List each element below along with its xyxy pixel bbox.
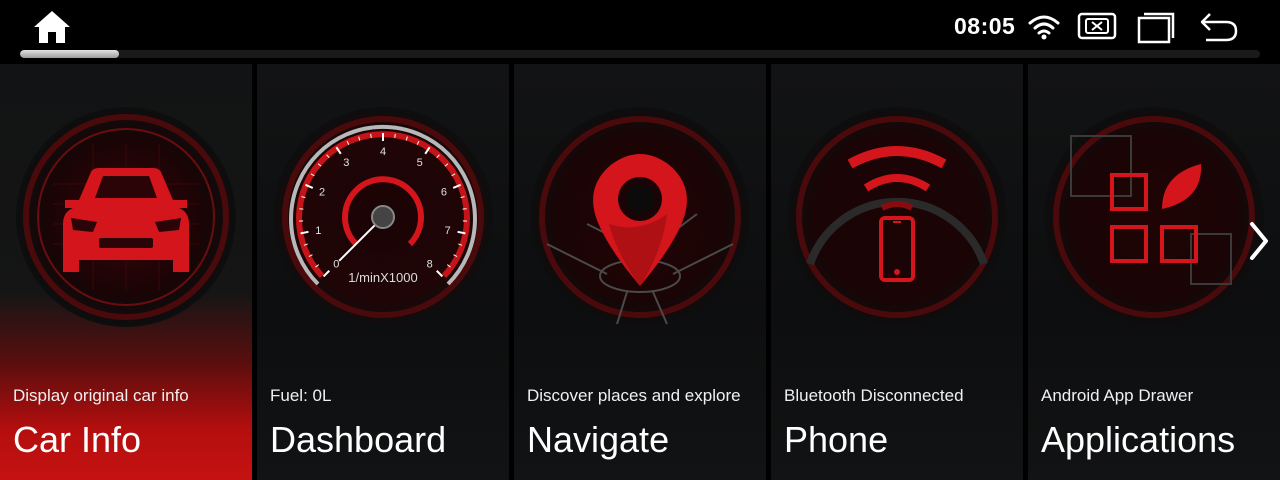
tachometer-tick [370, 133, 372, 138]
home-icon [34, 11, 70, 43]
page-progress-bar [20, 50, 1260, 58]
map-pin-icon [530, 107, 750, 327]
tachometer-tick [394, 133, 396, 138]
back-arrow-icon[interactable] [1198, 10, 1240, 44]
recent-apps-icon[interactable] [1136, 10, 1176, 44]
applications-card[interactable]: Android App Drawer Applications [1028, 64, 1280, 480]
tachometer-tick-label: 6 [441, 187, 447, 199]
card-title: Navigate [527, 419, 670, 460]
card-title: Dashboard [270, 419, 447, 460]
tachometer-icon: 0 1 2 3 4 5 6 7 8 1/minX1000 [273, 107, 493, 327]
card-title: Applications [1041, 419, 1236, 460]
card-subtitle: Fuel: 0L [270, 386, 332, 405]
page-progress-fill [20, 50, 120, 58]
phone-signal-icon [787, 107, 1007, 327]
tachometer-tick-label: 5 [417, 157, 423, 169]
tachometer-tick-label: 3 [343, 157, 349, 169]
tachometer-unit-label: 1/minX1000 [348, 270, 417, 285]
navigate-card[interactable]: Discover places and explore Navigate [514, 64, 766, 480]
car-icon [16, 107, 236, 327]
app-grid-icon [1044, 107, 1264, 327]
tachometer-tick-label: 2 [319, 187, 325, 199]
chevron-right-icon[interactable] [1246, 220, 1272, 262]
tachometer-tick-label: 7 [445, 225, 451, 237]
tachometer-tick-label: 1 [315, 225, 321, 237]
close-box-icon[interactable] [1077, 10, 1117, 42]
tachometer-tick-label: 0 [333, 259, 339, 271]
dashboard-card[interactable]: 0 1 2 3 4 5 6 7 8 1/minX1000 Fuel: 0L Dashboard [257, 64, 509, 480]
app-cards: Display original car info Car Info 0 1 2 3 4… [0, 64, 1280, 480]
card-title: Car Info [13, 419, 142, 460]
tachometer-tick-label: 4 [380, 146, 386, 158]
card-subtitle: Display original car info [13, 386, 189, 405]
tachometer-tick-label: 8 [427, 259, 433, 271]
phone-card[interactable]: Bluetooth Disconnected Phone [771, 64, 1023, 480]
card-subtitle: Bluetooth Disconnected [784, 386, 964, 405]
card-title: Phone [784, 419, 889, 460]
car-info-card[interactable]: Display original car info Car Info [0, 64, 252, 480]
clock: 08:05 [954, 13, 1016, 39]
card-subtitle: Android App Drawer [1041, 386, 1194, 405]
wifi-icon [1028, 15, 1060, 40]
card-subtitle: Discover places and explore [527, 386, 741, 405]
status-bar: 08:05 [0, 0, 1280, 52]
home-button[interactable] [30, 8, 74, 46]
